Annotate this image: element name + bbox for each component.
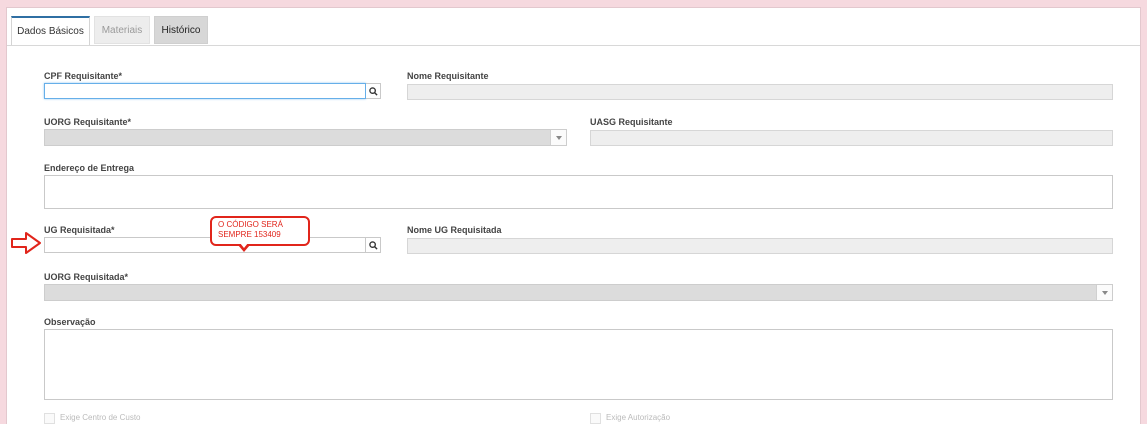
nome-ug-requisitada-label: Nome UG Requisitada	[407, 225, 502, 235]
uasg-requisitante-field	[590, 130, 1113, 146]
tab-historico[interactable]: Histórico	[154, 16, 208, 44]
form-panel: Dados Básicos Materiais Histórico CPF Re…	[6, 7, 1141, 424]
annotation-line-2: SEMPRE 153409	[218, 230, 281, 239]
endereco-entrega-textarea[interactable]	[44, 175, 1113, 209]
observacao-label: Observação	[44, 317, 96, 327]
uasg-requisitante-label: UASG Requisitante	[590, 117, 673, 127]
nome-requisitante-field	[407, 84, 1113, 100]
dropdown-toggle[interactable]	[1096, 285, 1112, 300]
exige-centro-custo-checkbox[interactable]	[44, 413, 55, 424]
tab-dados-basicos[interactable]: Dados Básicos	[11, 16, 90, 46]
chevron-down-icon	[1101, 290, 1108, 295]
ug-requisitada-label: UG Requisitada*	[44, 225, 115, 235]
endereco-entrega-label: Endereço de Entrega	[44, 163, 135, 173]
ug-search-button[interactable]	[366, 237, 381, 253]
search-icon	[368, 86, 378, 96]
uorg-requisitante-label: UORG Requisitante*	[44, 117, 132, 127]
tab-materiais[interactable]: Materiais	[94, 16, 150, 44]
uorg-requisitada-label: UORG Requisitada*	[44, 272, 129, 282]
nome-ug-requisitada-field	[407, 238, 1113, 254]
cpf-requisitante-input[interactable]	[44, 83, 366, 99]
chevron-down-icon	[555, 135, 562, 140]
ug-requisitada-input[interactable]	[44, 237, 366, 253]
tab-divider	[7, 45, 1140, 46]
callout-tail-inner	[240, 243, 248, 248]
annotation-callout: O CÓDIGO SERÁ SEMPRE 153409	[210, 216, 310, 252]
uorg-requisitante-select[interactable]	[44, 129, 567, 146]
search-icon	[368, 240, 378, 250]
exige-autorizacao-label: Exige Autorização	[606, 413, 671, 422]
cpf-requisitante-label: CPF Requisitante*	[44, 71, 123, 81]
cpf-search-button[interactable]	[366, 83, 381, 99]
exige-centro-custo-label: Exige Centro de Custo	[60, 413, 141, 422]
annotation-line-1: O CÓDIGO SERÁ	[218, 220, 283, 229]
arrow-right-icon	[11, 232, 41, 254]
dropdown-toggle[interactable]	[550, 130, 566, 145]
observacao-textarea[interactable]	[44, 329, 1113, 400]
uorg-requisitada-select[interactable]	[44, 284, 1113, 301]
exige-autorizacao-checkbox[interactable]	[590, 413, 601, 424]
nome-requisitante-label: Nome Requisitante	[407, 71, 489, 81]
